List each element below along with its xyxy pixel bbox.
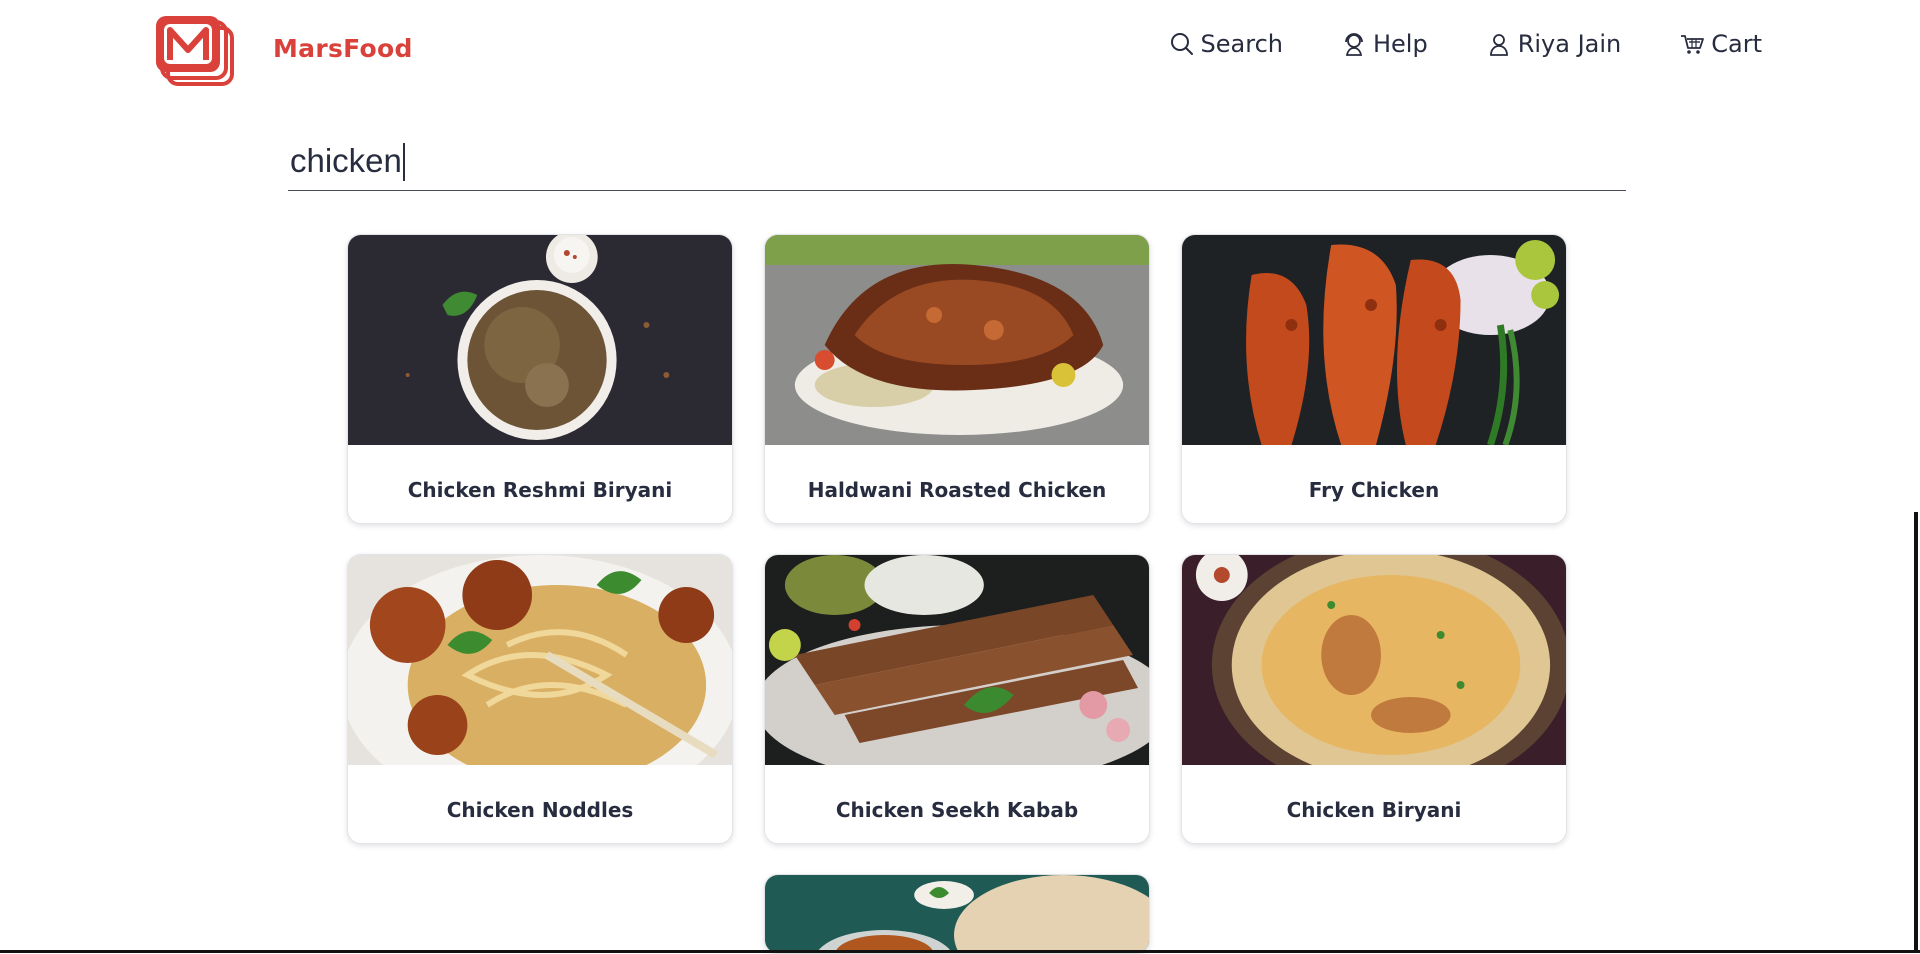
text-caret	[403, 143, 405, 181]
food-image-chicken-biryani	[1182, 555, 1566, 765]
food-card[interactable]: Haldwani Roasted Chicken	[764, 234, 1150, 524]
nav-search-label: Search	[1200, 30, 1283, 58]
food-name: Chicken Reshmi Biryani	[407, 478, 673, 502]
nav-help[interactable]: Help	[1341, 30, 1428, 58]
nav-profile[interactable]: Riya Jain	[1486, 30, 1622, 58]
scrollbar[interactable]	[1914, 512, 1918, 953]
food-name: Chicken Noddles	[446, 798, 634, 822]
food-card[interactable]: Chicken Seekh Kabab	[764, 554, 1150, 844]
top-nav: Search Help Riya Jain Cart	[1169, 30, 1762, 58]
food-image-thali	[765, 875, 1149, 953]
header: MarsFood Search Help Riya Jain Cart	[0, 0, 1920, 100]
nav-help-label: Help	[1372, 30, 1428, 58]
food-card[interactable]: Chicken Reshmi Biryani	[347, 234, 733, 524]
search-icon	[1169, 31, 1195, 57]
food-card[interactable]: Fry Chicken	[1181, 234, 1567, 524]
food-name: Haldwani Roasted Chicken	[807, 478, 1107, 502]
help-support-icon	[1341, 31, 1367, 57]
food-image-roasted-chicken	[765, 235, 1149, 445]
nav-profile-label: Riya Jain	[1517, 30, 1622, 58]
food-image-chicken-noodles	[348, 555, 732, 765]
food-image-reshmi-biryani	[348, 235, 732, 445]
food-card[interactable]: Chicken Biryani	[1181, 554, 1567, 844]
food-image-seekh-kabab	[765, 555, 1149, 765]
search-input[interactable]	[288, 134, 1626, 188]
nav-search[interactable]: Search	[1169, 30, 1283, 58]
food-name: Chicken Biryani	[1286, 798, 1462, 822]
search-bar	[288, 134, 1626, 191]
nav-cart[interactable]: Cart	[1679, 30, 1762, 58]
food-card[interactable]	[764, 874, 1150, 954]
food-image-fry-chicken	[1182, 235, 1566, 445]
food-name: Fry Chicken	[1308, 478, 1440, 502]
cart-icon	[1679, 31, 1705, 57]
brand-name[interactable]: MarsFood	[273, 34, 413, 63]
brand-logo[interactable]	[154, 14, 234, 86]
nav-cart-label: Cart	[1711, 30, 1762, 58]
food-card[interactable]: Chicken Noddles	[347, 554, 733, 844]
user-icon	[1486, 31, 1512, 57]
food-name: Chicken Seekh Kabab	[835, 798, 1079, 822]
